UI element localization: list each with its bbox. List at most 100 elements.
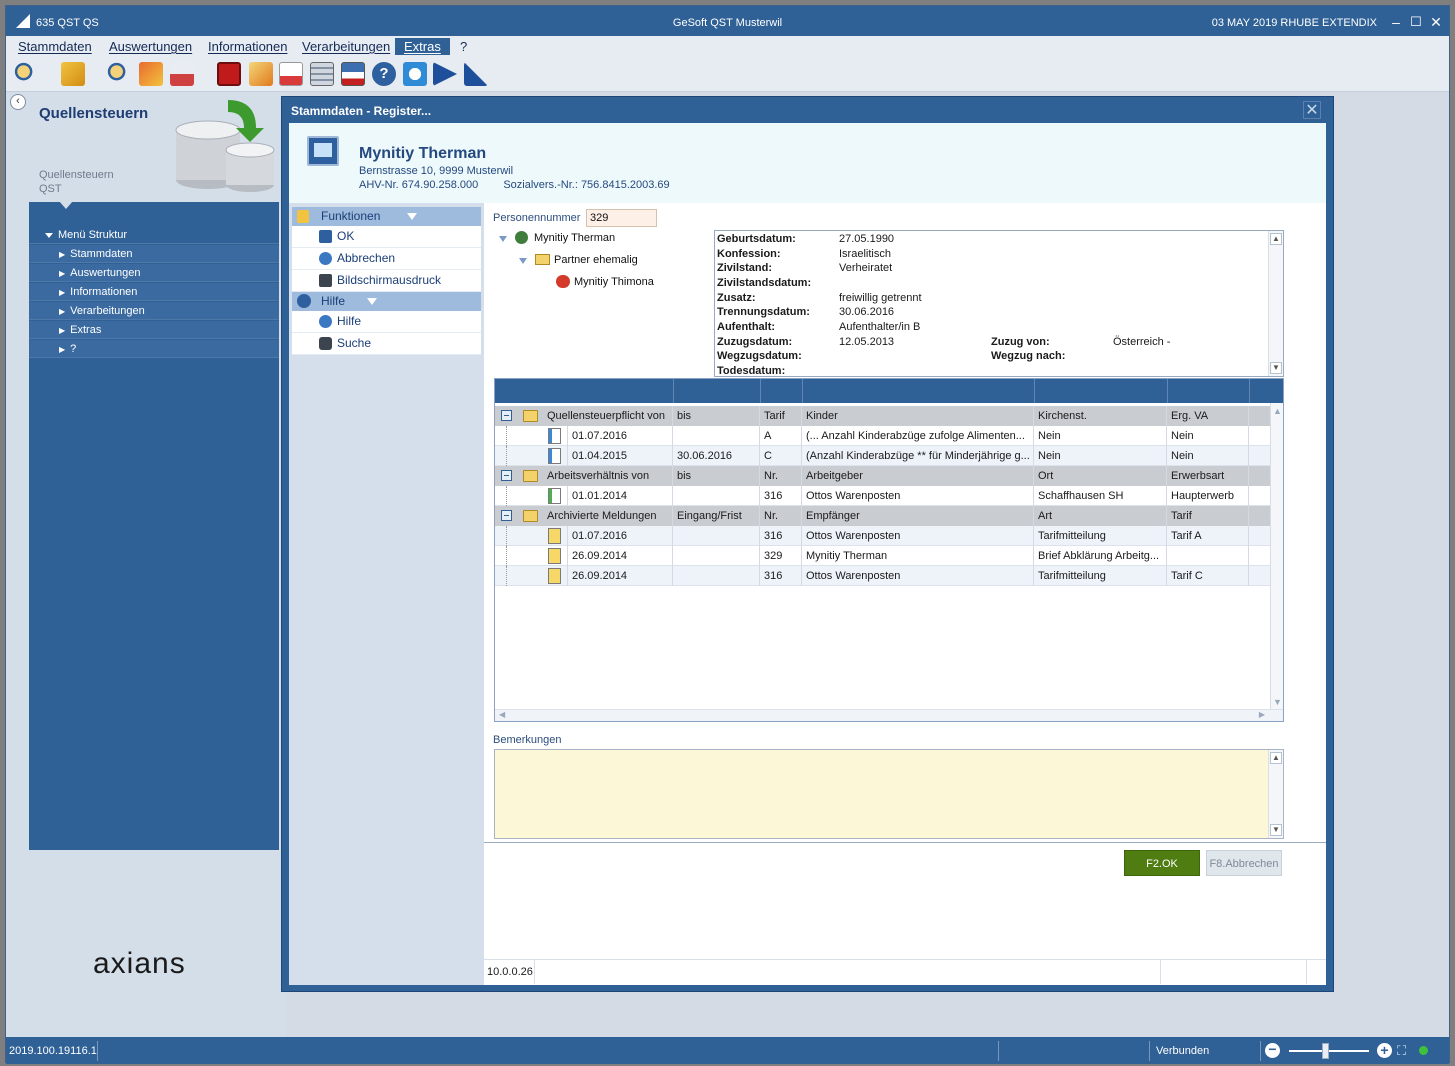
details-scrollbar[interactable]: ▲ ▼ (1268, 231, 1283, 376)
ahv-number: AHV-Nr. 674.90.258.000 (359, 179, 479, 191)
table-row[interactable]: 26.09.2014 316 Ottos Warenposten Tarifmitte… (495, 566, 1270, 586)
zoom-slider-handle[interactable] (1322, 1043, 1329, 1059)
menu-auswertungen[interactable]: Auswertungen (109, 39, 192, 54)
red-book-icon[interactable] (217, 62, 241, 86)
people-edit-icon[interactable] (139, 62, 163, 86)
nav-item-extras[interactable]: ▶ Extras (29, 321, 279, 339)
zoom-out-icon[interactable]: − (1265, 1042, 1280, 1058)
table-row[interactable]: 01.01.2014 316 Ottos Warenposten Schaffhaus… (495, 486, 1270, 506)
minimize-icon[interactable]: – (1389, 15, 1403, 29)
table-row[interactable]: 26.09.2014 329 Mynitiy Therman Brief Abklär… (495, 546, 1270, 566)
scroll-down-icon[interactable]: ▼ (1270, 362, 1282, 374)
grid-group-row[interactable]: Quellensteuerpflicht von bis Tarif Kinder Ki… (495, 406, 1270, 426)
table-row[interactable]: 01.04.2015 30.06.2016 C (Anzahl Kinderabzüg… (495, 446, 1270, 466)
scroll-up-icon[interactable]: ▲ (1270, 752, 1282, 764)
group-header-cell: Erg. VA (1167, 406, 1249, 426)
zuzugsdatum-label: Zuzugsdatum: (717, 336, 793, 348)
collapse-icon[interactable] (501, 510, 512, 521)
f2-ok-button[interactable]: F2.OK (1124, 850, 1200, 876)
nav-root[interactable]: Menü Struktur (29, 226, 279, 244)
table-cell: Schaffhausen SH (1034, 486, 1167, 506)
scroll-right-icon[interactable]: ▶ (1259, 710, 1265, 719)
grid-group-row[interactable]: Arbeitsverhältnis von bis Nr. Arbeitgeber Or… (495, 466, 1270, 486)
nav-item-auswertungen[interactable]: ▶ Auswertungen (29, 264, 279, 282)
fit-screen-icon[interactable]: ⛶ (1397, 1043, 1406, 1059)
nav-item-verarbeitungen[interactable]: ▶ Verarbeitungen (29, 302, 279, 320)
table-cell: (... Anzahl Kinderabzüge zufolge Aliment… (802, 426, 1034, 446)
collapse-panel-icon[interactable]: ‹ (10, 94, 26, 110)
group-header-cell: Quellensteuerpflicht von (543, 406, 673, 426)
table-cell: Brief Abklärung Arbeitg... (1034, 546, 1167, 566)
print-screen-action[interactable]: Bildschirmausdruck (292, 270, 481, 292)
menu-verarbeitungen[interactable]: Verarbeitungen (302, 39, 390, 54)
magnifier-person-icon[interactable] (107, 62, 131, 86)
table-cell: Haupterwerb (1167, 486, 1249, 506)
f8-cancel-button[interactable]: F8.Abbrechen (1206, 850, 1282, 876)
table-row[interactable]: 01.07.2016 316 Ottos Warenposten Tarifmitte… (495, 526, 1270, 546)
bemerkungen-textarea[interactable]: ▲ ▼ (494, 749, 1284, 839)
table-cell: 01.07.2016 (567, 526, 673, 546)
menu-extras[interactable]: Extras (395, 38, 450, 55)
corner-icon[interactable] (464, 62, 488, 86)
ok-action[interactable]: OK (292, 226, 481, 248)
zusatz-label: Zusatz: (717, 292, 756, 304)
grid-group-row[interactable]: Archivierte Meldungen Eingang/Frist Nr. Emp… (495, 506, 1270, 526)
table-cell: 26.09.2014 (567, 566, 673, 586)
zivilstand-value: Verheiratet (839, 262, 893, 274)
grid-hscrollbar[interactable]: ◀ ▶ (495, 709, 1283, 721)
trennungsdatum-label: Trennungsdatum: (717, 306, 810, 318)
funktionen-header[interactable]: Funktionen (292, 207, 481, 226)
nav-item-informationen[interactable]: ▶ Informationen (29, 283, 279, 301)
zoom-slider[interactable] (1289, 1050, 1369, 1052)
personennummer-input[interactable] (586, 209, 657, 227)
chevron-right-icon: ▶ (59, 345, 66, 354)
nav-item-label: Verarbeitungen (70, 305, 145, 317)
maximize-icon[interactable]: ☐ (1409, 15, 1423, 29)
menu-informationen[interactable]: Informationen (208, 39, 288, 54)
scroll-up-icon[interactable]: ▲ (1273, 406, 1282, 416)
document-icon (548, 488, 561, 504)
table-cell (673, 526, 760, 546)
play-icon[interactable] (433, 62, 457, 86)
table-cell: Nein (1034, 446, 1167, 466)
collapse-icon[interactable] (501, 470, 512, 481)
nav-item-stammdaten[interactable]: ▶ Stammdaten (29, 245, 279, 263)
dialog-close-icon[interactable]: ✕ (1303, 101, 1321, 119)
checklist-icon[interactable] (279, 62, 303, 86)
tree-partner-label: Partner ehemalig (554, 254, 638, 266)
report-icon[interactable] (249, 62, 273, 86)
collapse-icon[interactable] (501, 410, 512, 421)
nav-item-help[interactable]: ▶? (29, 340, 279, 358)
table-row[interactable]: 01.07.2016 A (... Anzahl Kinderabzüge zufo… (495, 426, 1270, 446)
folder-icon (297, 210, 309, 223)
close-icon[interactable]: ✕ (1429, 15, 1443, 29)
bemerkungen-scrollbar[interactable]: ▲ ▼ (1268, 750, 1283, 838)
help-icon[interactable]: ? (372, 62, 396, 86)
hilfe-action-label: Hilfe (337, 314, 362, 328)
person-search-icon[interactable] (14, 62, 38, 86)
coins-document-icon[interactable] (61, 62, 85, 86)
menu-stammdaten[interactable]: Stammdaten (18, 39, 92, 54)
hilfe-header[interactable]: Hilfe (292, 292, 481, 311)
scroll-down-icon[interactable]: ▼ (1270, 824, 1282, 836)
zoom-in-icon[interactable]: + (1377, 1043, 1392, 1058)
scroll-left-icon[interactable]: ◀ (499, 710, 505, 719)
group-header-cell: Ort (1034, 466, 1167, 486)
table-cell (673, 546, 760, 566)
menu-help[interactable]: ? (460, 39, 467, 54)
session-info: 03 MAY 2019 RHUBE EXTENDIX (1211, 17, 1377, 29)
document-icon (548, 428, 561, 444)
hilfe-header-label: Hilfe (321, 294, 346, 308)
scroll-down-icon[interactable]: ▼ (1273, 697, 1282, 707)
grid-scrollbar[interactable]: ▲ ▼ (1270, 403, 1283, 721)
print-icon[interactable] (341, 62, 365, 86)
chart-document-icon[interactable] (170, 62, 194, 86)
abbrechen-action[interactable]: Abbrechen (292, 248, 481, 270)
table-cell (673, 486, 760, 506)
suche-action[interactable]: Suche (292, 333, 481, 355)
scroll-up-icon[interactable]: ▲ (1270, 233, 1282, 245)
hilfe-action[interactable]: Hilfe (292, 311, 481, 333)
zuzugsdatum-value: 12.05.2013 (839, 336, 895, 348)
calculator-icon[interactable] (310, 62, 334, 86)
refresh-globe-icon[interactable] (403, 62, 427, 86)
